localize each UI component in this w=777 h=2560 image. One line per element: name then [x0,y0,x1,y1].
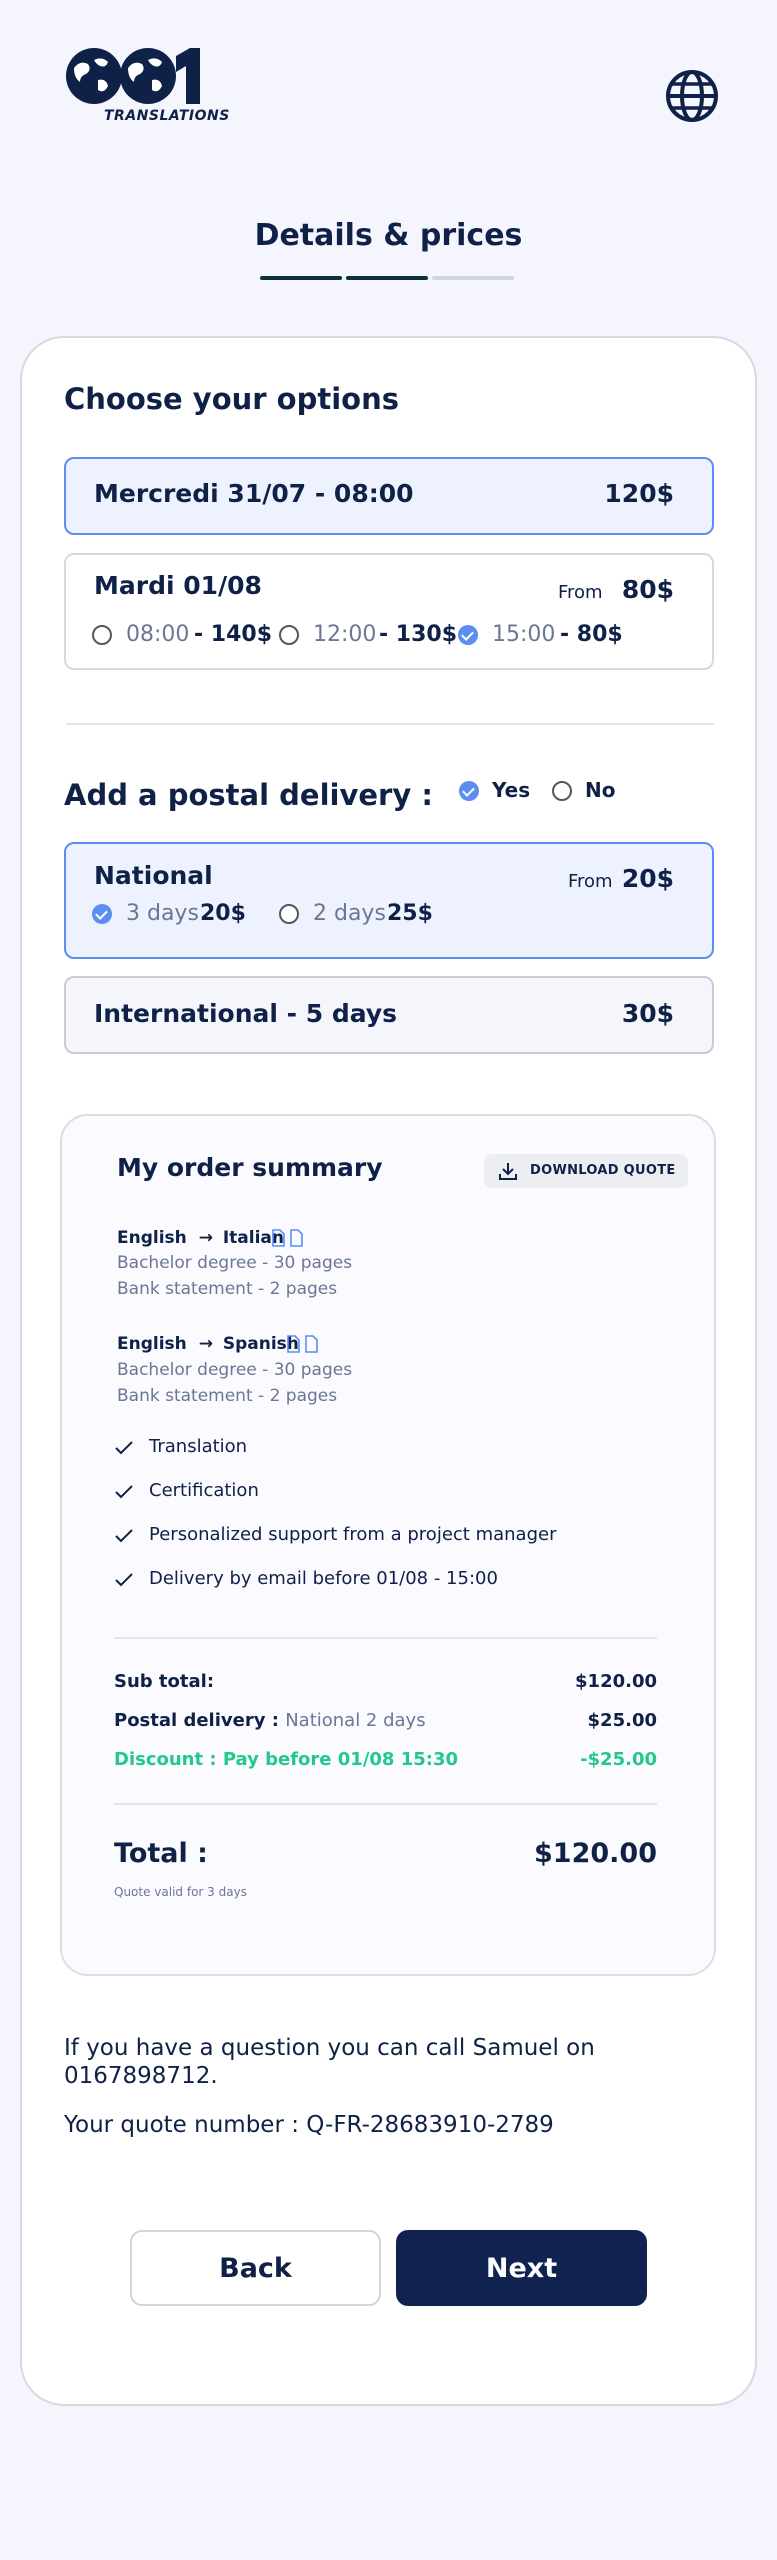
option-international-label: International - 5 days [94,999,397,1028]
feature-label: Certification [149,1480,259,1501]
download-quote-label: DOWNLOAD QUOTE [530,1163,676,1178]
feature-item: Delivery by email before 01/08 - 15:00 [115,1568,655,1594]
total-label: Total : [114,1838,208,1869]
slot-0800-time: 08:00 [126,622,190,647]
download-icon [499,1163,517,1180]
national-3days-price: 20$ [200,901,246,926]
subtotal-value: $120.00 [575,1671,657,1692]
slot-1200-price: - 130$ [379,622,458,647]
subtotal-label: Sub total: [114,1671,215,1692]
options-title: Choose your options [64,382,399,416]
national-3days-label: 3 days [126,901,199,926]
quote-valid-note: Quote valid for 3 days [114,1885,247,1899]
checkmark-icon [115,1529,133,1543]
back-button[interactable]: Back [130,2230,381,2306]
section-divider [66,723,714,725]
quote-number: Your quote number : Q-FR-28683910-2789 [64,2112,554,2138]
slot-1500-time: 15:00 [492,622,556,647]
option-mardi-from: From [558,582,603,603]
checkmark-icon [115,1573,133,1587]
summary-divider [114,1637,657,1639]
postal-delivery-detail: National 2 days [285,1710,426,1731]
postal-delivery-row: Postal delivery : National 2 days [114,1710,426,1731]
pair-1-arrow: → [198,1228,213,1248]
checkmark-icon [115,1441,133,1455]
progress-step-1 [260,276,342,280]
slot-0800-radio[interactable] [92,625,112,645]
language-globe-icon[interactable] [664,68,720,124]
total-value: $120.00 [534,1838,657,1869]
next-button[interactable]: Next [396,2230,647,2306]
national-3days[interactable]: 3 days 20$ [92,901,252,931]
company-logo[interactable]: TRANSLATIONS [64,46,229,126]
progress-step-3 [432,276,514,280]
postal-yes-label: Yes [492,778,531,802]
national-2days[interactable]: 2 days 25$ [279,901,439,931]
postal-no-radio[interactable] [552,781,572,801]
pair-1-doc-2: Bank statement - 2 pages [117,1279,338,1299]
pair-1-source: English [117,1228,187,1248]
postal-title: Add a postal delivery : [64,778,433,812]
slot-1500-price: - 80$ [560,622,623,647]
national-2days-radio[interactable] [279,904,299,924]
summary-divider [114,1803,657,1805]
option-mercredi-label: Mercredi 31/07 - 08:00 [94,479,414,508]
option-mardi-label: Mardi 01/08 [94,571,262,600]
postal-no[interactable]: No [552,778,632,806]
postal-yes-radio-checked[interactable] [459,781,479,801]
slot-1200-radio[interactable] [279,625,299,645]
feature-item: Certification [115,1480,615,1506]
document-icon[interactable] [272,1229,304,1247]
option-national-label: National [94,861,213,890]
document-icon[interactable] [287,1335,319,1353]
pair-2-languages: English → Spanish [117,1334,299,1354]
option-national-price: 20$ [621,864,674,893]
slot-1200-time: 12:00 [313,622,377,647]
national-3days-radio-checked[interactable] [92,904,112,924]
feature-label: Personalized support from a project mana… [149,1524,557,1545]
postal-no-label: No [585,778,616,802]
feature-item: Personalized support from a project mana… [115,1524,655,1550]
progress-step-2 [346,276,428,280]
pair-2-arrow: → [198,1334,213,1354]
national-2days-label: 2 days [313,901,386,926]
slot-1200[interactable]: 12:00 - 130$ [279,622,457,652]
pair-1-languages: English → Italian [117,1228,284,1248]
feature-item: Translation [115,1436,615,1462]
feature-label: Translation [149,1436,248,1457]
slot-0800[interactable]: 08:00 - 140$ [92,622,272,652]
national-2days-price: 25$ [387,901,433,926]
feature-label: Delivery by email before 01/08 - 15:00 [149,1568,498,1589]
download-quote-button[interactable]: DOWNLOAD QUOTE [484,1154,688,1188]
discount-value: -$25.00 [580,1749,657,1770]
logo-text: TRANSLATIONS [104,108,230,124]
pair-2-doc-1: Bachelor degree - 30 pages [117,1360,353,1380]
pair-2-source: English [117,1334,187,1354]
option-international-price: 30$ [621,999,674,1028]
postal-yes[interactable]: Yes [459,778,539,806]
slot-1500[interactable]: 15:00 - 80$ [458,622,623,652]
page-title: Details & prices [254,218,523,253]
option-mardi-price: 80$ [621,575,674,604]
checkmark-icon [115,1485,133,1499]
option-mercredi-price: 120$ [604,479,674,508]
slot-0800-price: - 140$ [194,622,273,647]
pair-1-doc-1: Bachelor degree - 30 pages [117,1253,353,1273]
contact-question: If you have a question you can call Samu… [64,2035,595,2089]
postal-delivery-label: Postal delivery : [114,1710,279,1731]
summary-title: My order summary [117,1153,383,1182]
pair-2-doc-2: Bank statement - 2 pages [117,1386,338,1406]
slot-1500-radio-checked[interactable] [458,625,478,645]
postal-delivery-value: $25.00 [587,1710,657,1731]
discount-label: Discount : Pay before 01/08 15:30 [114,1749,459,1770]
